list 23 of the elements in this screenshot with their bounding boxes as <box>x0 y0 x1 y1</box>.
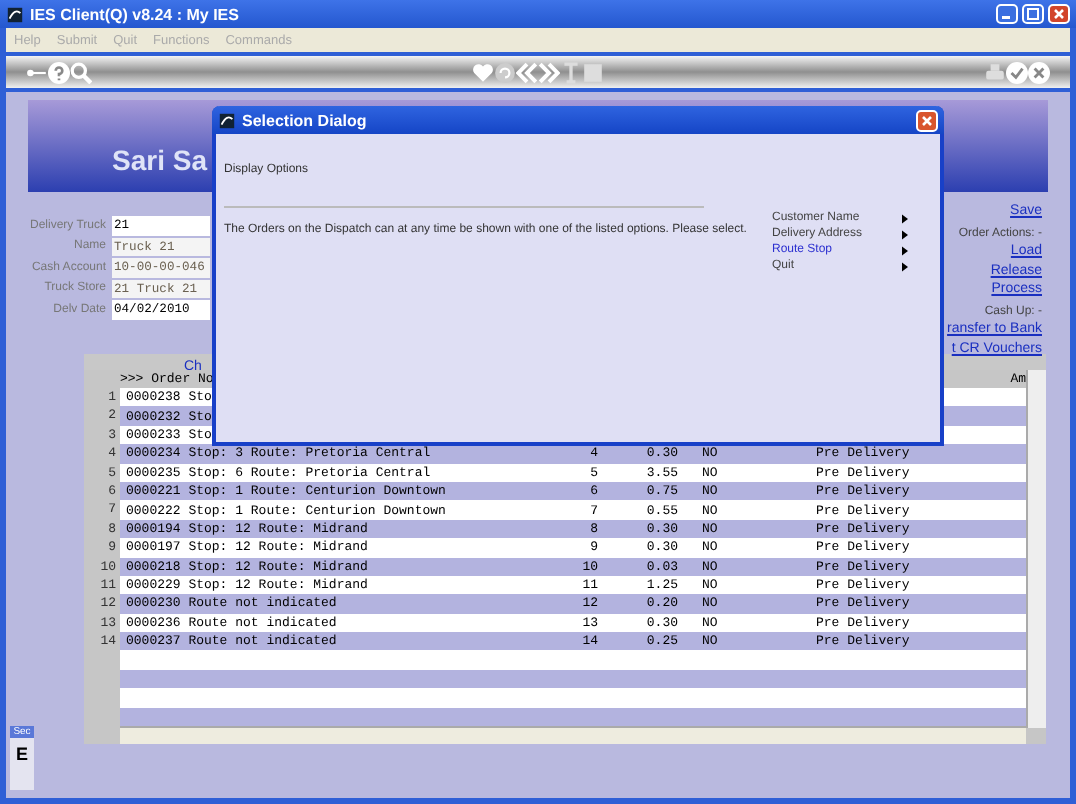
panel-letter: E <box>15 744 28 764</box>
rewind-icon[interactable] <box>516 61 538 83</box>
search-icon[interactable] <box>70 61 92 83</box>
close-button[interactable] <box>1048 4 1070 24</box>
help-icon[interactable] <box>48 61 70 83</box>
printer-icon[interactable] <box>984 61 1006 83</box>
check-icon[interactable] <box>1006 61 1028 83</box>
app-icon <box>6 5 24 23</box>
fast-forward-icon[interactable] <box>538 61 560 83</box>
dialog-title: Selection Dialog <box>242 111 369 129</box>
close-icon[interactable] <box>1028 61 1050 83</box>
heart-icon[interactable] <box>472 61 494 83</box>
text-cursor-icon[interactable] <box>560 61 582 83</box>
vertical-scrollbar[interactable] <box>1026 370 1046 729</box>
minimize-button[interactable] <box>996 4 1018 24</box>
square-icon[interactable] <box>582 61 604 83</box>
window-title: IES Client(Q) v8.24 : My IES <box>30 5 241 23</box>
horizontal-scrollbar[interactable] <box>120 726 1026 745</box>
refresh-icon[interactable] <box>494 61 516 83</box>
banner-title: Sari Sa <box>112 144 207 176</box>
maximize-button[interactable] <box>1022 4 1044 24</box>
close-button[interactable] <box>916 109 938 131</box>
app-icon <box>218 111 236 129</box>
